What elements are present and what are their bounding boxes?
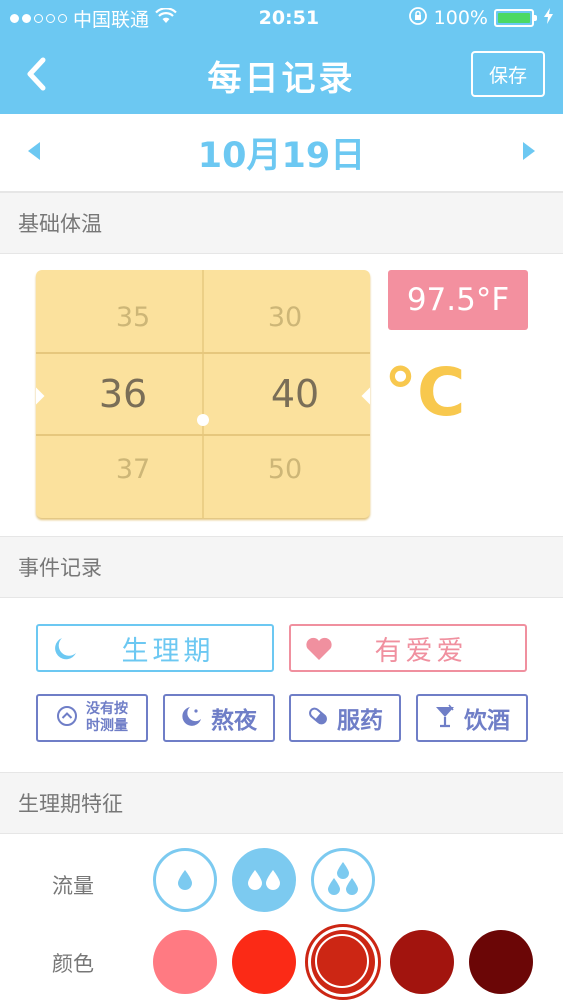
fahrenheit-badge[interactable]: 97.5°F — [388, 270, 528, 330]
color-option-dark-red[interactable] — [390, 930, 454, 994]
love-button[interactable]: 有爱爱 — [289, 624, 527, 672]
chevron-left-icon — [27, 57, 46, 91]
previous-day-button[interactable] — [28, 142, 40, 160]
drop-icon — [178, 870, 192, 890]
signal-strength-icon — [10, 13, 67, 23]
carrier-name: 中国联通 — [73, 8, 150, 31]
night-moon-icon — [181, 705, 203, 731]
current-date: 10月19日 — [197, 136, 366, 176]
back-button[interactable] — [14, 52, 58, 96]
battery-icon — [494, 9, 537, 27]
color-label: 颜色 — [52, 952, 94, 976]
picker-integer-selected: 36 — [98, 372, 148, 416]
color-option-red[interactable] — [305, 924, 381, 1000]
color-option-bright-red[interactable] — [232, 930, 296, 994]
drinking-label: 饮酒 — [464, 708, 510, 734]
battery-percent: 100% — [433, 7, 488, 29]
charging-icon — [544, 7, 553, 29]
picker-decimal-selected: 40 — [270, 372, 320, 416]
cocktail-glass-icon — [434, 704, 456, 732]
clock-icon — [56, 705, 78, 731]
save-button[interactable]: 保存 — [471, 51, 545, 97]
section-header-basal-temp: 基础体温 — [0, 192, 563, 254]
heart-icon — [305, 637, 333, 665]
period-features-area: 流量 颜色 — [0, 834, 563, 1000]
page-title: 每日记录 — [207, 58, 356, 99]
date-selector: 10月19日 — [0, 114, 563, 192]
flow-option-heavy[interactable] — [311, 848, 375, 912]
medicine-label: 服药 — [337, 708, 383, 734]
temperature-area: 35 36 37 30 40 50 97.5°F °C — [0, 254, 563, 536]
nav-bar: 每日记录 保存 — [0, 36, 563, 114]
status-time: 20:51 — [258, 7, 320, 29]
events-area: 生理期 有爱爱 没有按 时测量 熬夜 服药 饮酒 — [0, 598, 563, 772]
stay-up-button[interactable]: 熬夜 — [163, 694, 275, 742]
stay-up-label: 熬夜 — [211, 708, 257, 734]
flow-option-light[interactable] — [153, 848, 217, 912]
double-drop-icon — [248, 870, 280, 890]
no-measure-button[interactable]: 没有按 时测量 — [36, 694, 148, 742]
picker-integer-below: 37 — [115, 454, 151, 485]
picker-integer-above: 35 — [115, 302, 151, 333]
section-header-period-features: 生理期特征 — [0, 772, 563, 834]
section-header-events: 事件记录 — [0, 536, 563, 598]
color-option-pink[interactable] — [153, 930, 217, 994]
color-option-maroon[interactable] — [469, 930, 533, 994]
status-bar: 中国联通 20:51 100% — [0, 0, 563, 36]
drinking-button[interactable]: 饮酒 — [416, 694, 528, 742]
period-button[interactable]: 生理期 — [36, 624, 274, 672]
next-day-button[interactable] — [523, 142, 535, 160]
triple-drop-icon — [328, 862, 358, 895]
celsius-unit[interactable]: °C — [384, 354, 465, 431]
picker-decimal-below: 50 — [267, 454, 303, 485]
no-measure-label-line2: 时测量 — [86, 718, 128, 734]
moon-icon — [52, 636, 78, 666]
pill-icon — [307, 705, 329, 731]
medicine-button[interactable]: 服药 — [289, 694, 401, 742]
temperature-picker[interactable]: 35 36 37 30 40 50 — [36, 270, 370, 518]
no-measure-label-line1: 没有按 — [86, 701, 128, 717]
picker-decimal-above: 30 — [267, 302, 303, 333]
wifi-icon — [155, 7, 177, 29]
orientation-lock-icon — [408, 6, 428, 31]
flow-option-medium[interactable] — [232, 848, 296, 912]
flow-label: 流量 — [52, 874, 94, 898]
